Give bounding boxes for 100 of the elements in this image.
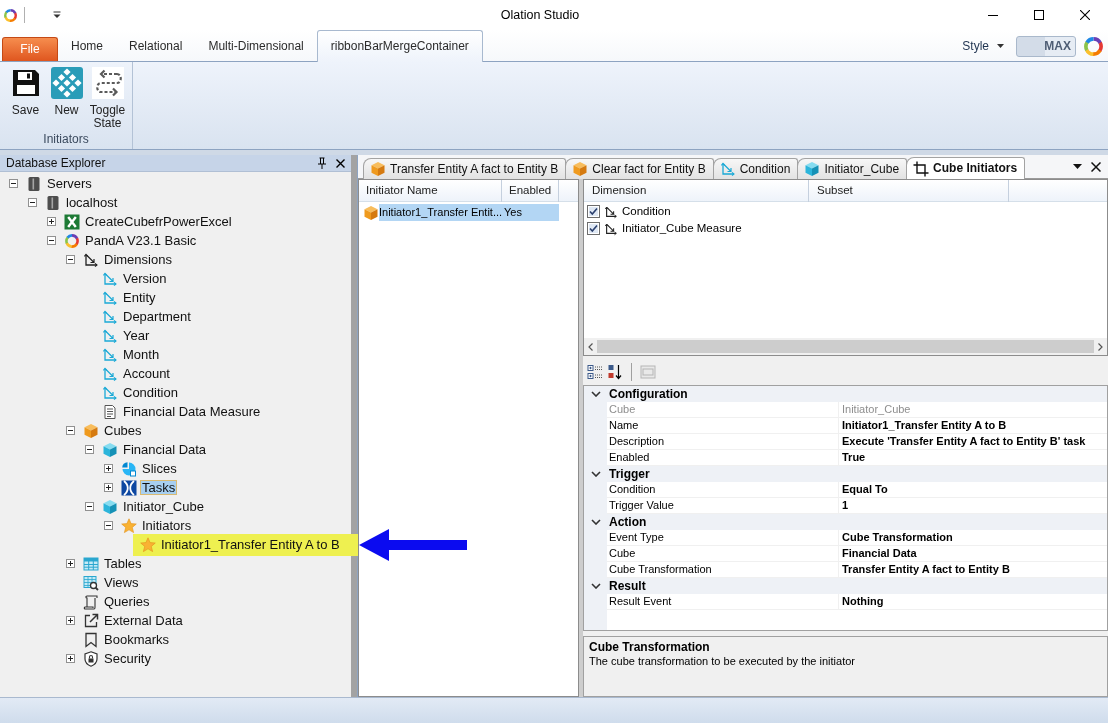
pin-icon[interactable]	[317, 157, 327, 169]
categorized-view-icon[interactable]	[587, 363, 603, 380]
axes-icon	[102, 289, 118, 306]
column-header[interactable]: Subset	[809, 180, 1009, 202]
tree-item-label[interactable]: Slices	[140, 461, 179, 476]
document-tab[interactable]: Cube Initiators	[906, 157, 1026, 179]
tree-item-label[interactable]: Bookmarks	[102, 632, 172, 647]
tree-item-label[interactable]: PandA V23.1 Basic	[83, 233, 199, 248]
ring-logo-icon	[64, 232, 80, 249]
mode-toggle[interactable]: MAX	[1016, 35, 1076, 57]
tree-item-label[interactable]: Views	[102, 575, 141, 590]
property-value[interactable]: Cube Transformation	[839, 530, 1107, 546]
sort-icon[interactable]	[607, 363, 623, 380]
property-value[interactable]: Nothing	[839, 594, 1107, 610]
chevron-down-icon[interactable]	[590, 391, 601, 397]
tree-item-label[interactable]: Tasks	[140, 480, 178, 495]
tree-item-label[interactable]: Dimensions	[102, 252, 174, 267]
ribbon-tab[interactable]: Multi-Dimensional	[195, 31, 317, 61]
minus-box-icon[interactable]	[66, 255, 75, 264]
plus-box-icon[interactable]	[104, 464, 113, 473]
ribbon-button[interactable]: Toggle State	[87, 65, 128, 130]
ribbon-tab[interactable]: Home	[58, 31, 116, 61]
property-value[interactable]: Initiator1_Transfer Entity A to B	[839, 418, 1107, 434]
tree-item-label[interactable]: Servers	[45, 176, 94, 191]
property-name: Name	[607, 418, 839, 434]
property-value[interactable]: Execute 'Transfer Entity A fact to Entity B' task	[839, 434, 1107, 450]
list-row[interactable]: Initiator1_Transfer Entit... Yes	[379, 204, 559, 221]
checkbox[interactable]	[587, 205, 600, 218]
table-cell-text: Initiator1_Transfer Entit...	[379, 205, 503, 220]
server-icon	[26, 175, 42, 192]
maximize-icon[interactable]	[1034, 10, 1044, 20]
tree-item-label[interactable]: Financial Data Measure	[121, 404, 263, 419]
tree-item-label[interactable]: Year	[121, 328, 152, 343]
horizontal-scrollbar[interactable]	[584, 338, 1107, 355]
spreadsheet-icon	[64, 213, 80, 230]
plus-box-icon[interactable]	[66, 654, 75, 663]
tree-item-label[interactable]: Tables	[102, 556, 144, 571]
plus-box-icon[interactable]	[66, 559, 75, 568]
scrollbar-thumb[interactable]	[597, 340, 1094, 353]
tree-item-label[interactable]: Account	[121, 366, 172, 381]
minus-box-icon[interactable]	[9, 179, 18, 188]
close-icon[interactable]	[1091, 161, 1101, 172]
tree-item-label[interactable]: Initiator1_Transfer Entity A to B	[159, 537, 342, 552]
tree-item-label[interactable]: Month	[121, 347, 162, 362]
document-tab[interactable]: Condition	[712, 158, 799, 179]
minus-box-icon[interactable]	[47, 236, 56, 245]
axes-icon	[604, 204, 618, 219]
chevron-right-icon[interactable]	[1098, 342, 1103, 351]
plus-box-icon[interactable]	[104, 483, 113, 492]
bookmark-icon	[83, 631, 99, 648]
pie-chart-icon	[121, 460, 137, 477]
ribbon-tab[interactable]: ribbonBarMergeContainer	[316, 30, 483, 62]
axes-icon	[719, 161, 736, 177]
checkbox[interactable]	[587, 222, 600, 235]
tree-item-label[interactable]: Security	[102, 651, 153, 666]
minus-box-icon[interactable]	[85, 502, 94, 511]
tree-item-label[interactable]: Department	[121, 309, 193, 324]
document-tab[interactable]: Initiator_Cube	[797, 158, 908, 179]
tree-item-label[interactable]: Cubes	[102, 423, 144, 438]
column-header[interactable]: Dimension	[584, 180, 809, 202]
tree-item-label[interactable]: CreateCubefrPowerExcel	[83, 214, 234, 229]
ribbon-tab[interactable]: Relational	[116, 31, 196, 61]
plus-box-icon[interactable]	[66, 616, 75, 625]
server-icon	[45, 194, 61, 211]
ribbon-button[interactable]: New	[46, 65, 87, 117]
tree-item-label[interactable]: Entity	[121, 290, 158, 305]
tree-item-label[interactable]: Initiator_Cube	[121, 499, 206, 514]
minus-box-icon[interactable]	[104, 521, 113, 530]
chevron-down-icon[interactable]	[590, 471, 601, 477]
tree-item-label[interactable]: Financial Data	[121, 442, 209, 457]
close-icon[interactable]	[1080, 10, 1090, 20]
chevron-left-icon[interactable]	[588, 342, 593, 351]
dropdown-caret-icon[interactable]	[53, 11, 61, 19]
chevron-down-icon[interactable]	[590, 519, 601, 525]
column-header[interactable]: Initiator Name	[359, 180, 502, 202]
property-name: Condition	[607, 482, 839, 498]
column-header[interactable]: Enabled	[502, 180, 559, 202]
external-link-icon	[83, 612, 99, 629]
chevron-down-icon[interactable]	[590, 583, 601, 589]
tree-item-label[interactable]: Version	[121, 271, 169, 286]
plus-box-icon[interactable]	[47, 217, 56, 226]
table-search-icon	[83, 574, 99, 591]
property-value[interactable]: Financial Data	[839, 546, 1107, 562]
minus-box-icon[interactable]	[66, 426, 75, 435]
tree-item-label[interactable]: Queries	[102, 594, 152, 609]
tree-item-label[interactable]: External Data	[102, 613, 185, 628]
document-tab[interactable]: Clear fact for Entity B	[565, 158, 714, 179]
tree-item-label[interactable]: localhost	[64, 195, 120, 210]
caret-down-icon[interactable]	[1073, 164, 1082, 169]
document-tab[interactable]: Transfer Entity A fact to Entity B	[363, 158, 567, 179]
tree-item-label[interactable]: Condition	[121, 385, 180, 400]
close-icon[interactable]	[336, 158, 345, 168]
scroll-icon	[83, 593, 99, 610]
ring-logo-icon	[1083, 35, 1104, 57]
tree-item-label[interactable]: Initiators	[140, 518, 194, 533]
minus-box-icon[interactable]	[28, 198, 37, 207]
minus-box-icon[interactable]	[85, 445, 94, 454]
style-dropdown[interactable]: Style	[958, 38, 1008, 54]
ribbon-button[interactable]: Save	[5, 65, 46, 117]
property-value[interactable]: Equal To	[839, 482, 1107, 498]
